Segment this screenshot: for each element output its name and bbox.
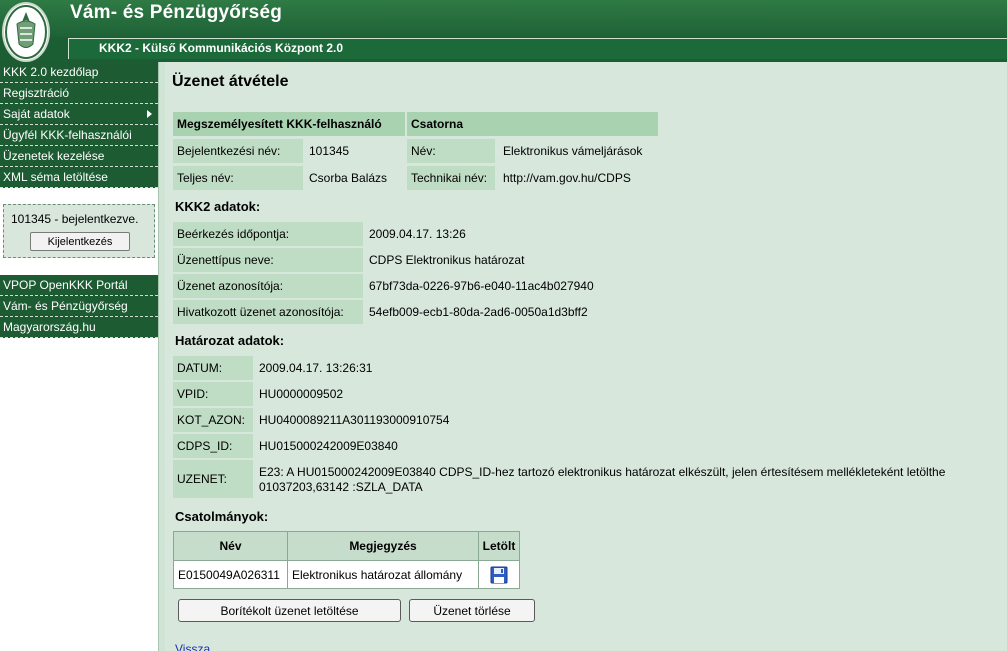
tech-name-value: http://vam.gov.hu/CDPS	[503, 171, 631, 185]
kkk2-received-value: 2009.04.17. 13:26	[369, 227, 466, 241]
nav-xml-schema[interactable]: XML séma letöltése	[0, 167, 158, 188]
nav-home-label: KKK 2.0 kezdőlap	[3, 65, 99, 79]
decision-uzenet-label: UZENET:	[173, 460, 253, 498]
link-vpop-portal[interactable]: VPOP OpenKKK Portál	[0, 275, 158, 296]
channel-name-label: Név:	[407, 139, 495, 163]
attachments-section-title: Csatolmányok:	[175, 509, 269, 524]
col-download-header: Letölt	[478, 531, 520, 561]
decision-kot-azon-value: HU0400089211A301193000910754	[259, 413, 450, 427]
decision-section-title: Határozat adatok:	[175, 333, 285, 348]
col-note-header: Megjegyzés	[287, 531, 479, 561]
app-title: Vám- és Pénzügyőrség	[70, 2, 283, 23]
kkk2-section-title: KKK2 adatok:	[175, 199, 261, 214]
login-box: 101345 - bejelentkezve. Kijelentkezés	[3, 204, 155, 258]
attachment-note: Elektronikus határozat állomány	[287, 560, 479, 589]
decision-datum-label: DATUM:	[173, 356, 253, 380]
header-subtitle-bar: KKK2 - Külső Kommunikációs Központ 2.0	[68, 38, 1007, 59]
sidebar-menu: KKK 2.0 kezdőlap Regisztráció Saját adat…	[0, 62, 158, 188]
login-status: 101345 - bejelentkezve.	[11, 212, 139, 226]
delete-message-button[interactable]: Üzenet törlése	[409, 599, 535, 622]
link-magyarorszag[interactable]: Magyarország.hu	[0, 317, 158, 338]
link-magyarorszag-label: Magyarország.hu	[3, 320, 96, 334]
attachment-name: E0150049A026311	[173, 560, 288, 589]
full-name-value: Csorba Balázs	[309, 171, 388, 185]
channel-name-value: Elektronikus vámeljárások	[503, 144, 643, 158]
nav-own-data[interactable]: Saját adatok	[0, 104, 158, 125]
link-vam-penzugyorseg[interactable]: Vám- és Pénzügyőrség	[0, 296, 158, 317]
decision-vpid-label: VPID:	[173, 382, 253, 406]
external-links: VPOP OpenKKK Portál Vám- és Pénzügyőrség…	[0, 275, 158, 338]
decision-uzenet-value: E23: A HU015000242009E03840 CDPS_ID-hez …	[259, 465, 1005, 495]
full-name-label: Teljes név:	[173, 166, 303, 190]
nav-client-users-label: Ügyfél KKK-felhasználói	[3, 128, 132, 142]
table-header-row: Név Megjegyzés Letölt	[173, 531, 520, 561]
decision-datum-value: 2009.04.17. 13:26:31	[259, 361, 373, 375]
col-name-header: Név	[173, 531, 288, 561]
uzenet-line-1: E23: A HU015000242009E03840 CDPS_ID-hez …	[259, 465, 946, 479]
sidebar: KKK 2.0 kezdőlap Regisztráció Saját adat…	[0, 62, 158, 651]
tech-name-label: Technikai név:	[407, 166, 495, 190]
nav-xml-schema-label: XML séma letöltése	[3, 170, 108, 184]
page-title: Üzenet átvétele	[172, 73, 289, 90]
sidebar-divider	[158, 62, 165, 651]
logout-button[interactable]: Kijelentkezés	[30, 232, 130, 251]
decision-cdps-id-label: CDPS_ID:	[173, 434, 253, 458]
uzenet-line-2: 01037203,63142 :SZLA_DATA	[259, 480, 423, 494]
kkk2-ref-id-label: Hivatkozott üzenet azonosítója:	[173, 300, 363, 324]
kkk2-message-id-value: 67bf73da-0226-97b6-e040-11ac4b027940	[369, 279, 594, 293]
crest-icon	[5, 5, 47, 59]
nav-own-data-label: Saját adatok	[3, 107, 70, 121]
main-content: Üzenet átvétele Megszemélyesített KKK-fe…	[165, 62, 1007, 651]
nav-registration[interactable]: Regisztráció	[0, 83, 158, 104]
login-name-value: 101345	[309, 144, 350, 158]
table-row: E0150049A026311 Elektronikus határozat á…	[173, 560, 520, 589]
kkk2-type-value: CDPS Elektronikus határozat	[369, 253, 525, 267]
attachment-download-cell	[478, 560, 520, 589]
floppy-disk-icon[interactable]	[490, 566, 508, 584]
nav-client-users[interactable]: Ügyfél KKK-felhasználói	[0, 125, 158, 146]
nav-registration-label: Regisztráció	[3, 86, 70, 100]
download-envelope-button[interactable]: Borítékolt üzenet letöltése	[178, 599, 401, 622]
kkk2-type-label: Üzenettípus neve:	[173, 248, 363, 272]
logo	[2, 2, 50, 62]
attachments-table: Név Megjegyzés Letölt E0150049A026311 El…	[173, 531, 520, 589]
nav-messages[interactable]: Üzenetek kezelése	[0, 146, 158, 167]
kkk2-message-id-label: Üzenet azonosítója:	[173, 274, 363, 298]
decision-vpid-value: HU0000009502	[259, 387, 344, 401]
link-vam-penzugyorseg-label: Vám- és Pénzügyőrség	[3, 299, 128, 313]
channel-header: Csatorna	[407, 112, 658, 136]
submenu-arrow-icon	[147, 110, 152, 118]
nav-messages-label: Üzenetek kezelése	[3, 149, 105, 163]
user-header: Megszemélyesített KKK-felhasználó	[173, 112, 405, 136]
header: Vám- és Pénzügyőrség KKK2 - Külső Kommun…	[0, 0, 1007, 62]
nav-home[interactable]: KKK 2.0 kezdőlap	[0, 62, 158, 83]
kkk2-ref-id-value: 54efb009-ecb1-80da-2ad6-0050a1d3bff2	[369, 305, 588, 319]
decision-cdps-id-value: HU015000242009E03840	[259, 439, 398, 453]
app-subtitle: KKK2 - Külső Kommunikációs Központ 2.0	[99, 41, 344, 55]
link-vpop-portal-label: VPOP OpenKKK Portál	[3, 278, 128, 292]
login-name-label: Bejelentkezési név:	[173, 139, 303, 163]
kkk2-received-label: Beérkezés időpontja:	[173, 222, 363, 246]
back-link[interactable]: Vissza	[175, 642, 210, 651]
decision-kot-azon-label: KOT_AZON:	[173, 408, 253, 432]
